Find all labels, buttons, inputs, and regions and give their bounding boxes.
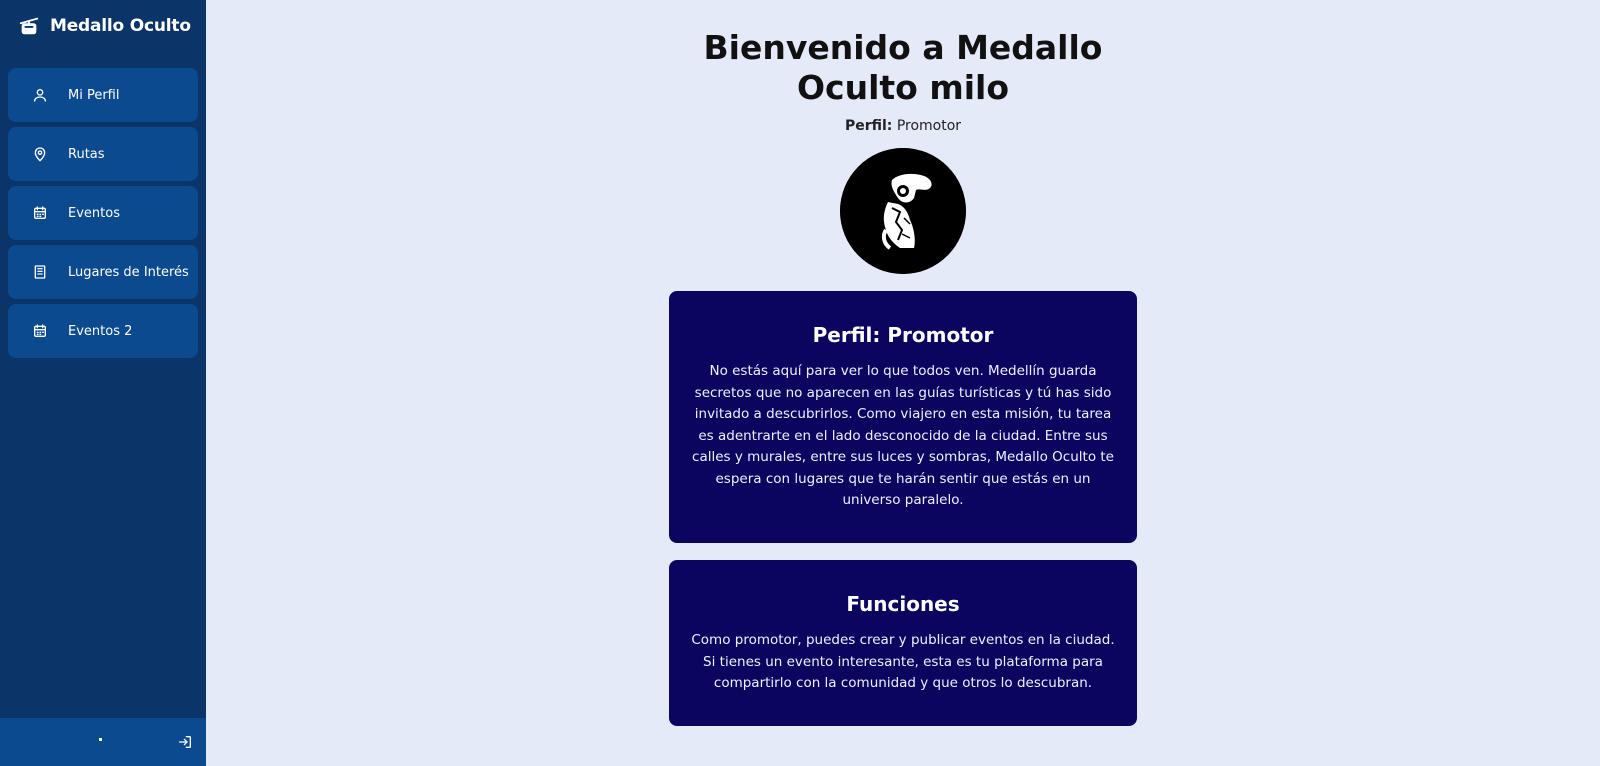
sidebar-item-label: Lugares de Interés — [68, 264, 189, 280]
welcome-section: Bienvenido a Medallo Oculto milo Perfil:… — [669, 0, 1137, 726]
photographer-avatar-icon — [840, 148, 966, 274]
logout-icon[interactable] — [177, 734, 193, 750]
sidebar: Medallo Oculto Mi Perfil Rutas Eventos L… — [0, 0, 206, 766]
sidebar-item-label: Eventos — [68, 205, 120, 221]
sidebar-item-rutas[interactable]: Rutas — [8, 127, 198, 181]
card-title: Funciones — [846, 592, 960, 616]
card-title: Perfil: Promotor — [812, 323, 994, 347]
sidebar-item-mi-perfil[interactable]: Mi Perfil — [8, 68, 198, 122]
sidebar-item-label: Eventos 2 — [68, 323, 133, 339]
sidebar-item-lugares-de-interes[interactable]: Lugares de Interés — [8, 245, 198, 299]
user-icon — [32, 87, 48, 103]
sidebar-nav: Mi Perfil Rutas Eventos Lugares de Inter… — [0, 52, 206, 358]
cable-car-icon — [18, 15, 40, 37]
map-pin-icon — [32, 146, 48, 162]
sidebar-item-label: Mi Perfil — [68, 87, 120, 103]
profile-value: Promotor — [896, 118, 962, 134]
calendar-icon — [32, 205, 48, 221]
sidebar-footer — [0, 718, 206, 766]
profile-label: Perfil: — [844, 118, 893, 134]
app-title: Medallo Oculto — [50, 16, 191, 36]
profile-line: Perfil: Promotor — [669, 118, 1137, 134]
sidebar-item-eventos[interactable]: Eventos — [8, 186, 198, 240]
sidebar-item-eventos-2[interactable]: Eventos 2 — [8, 304, 198, 358]
avatar — [840, 148, 966, 274]
calendar-icon — [32, 323, 48, 339]
profile-card: Perfil: Promotor No estás aquí para ver … — [669, 291, 1137, 543]
building-icon — [32, 264, 48, 280]
footer-indicator — [99, 738, 102, 741]
functions-card: Funciones Como promotor, puedes crear y … — [669, 560, 1137, 726]
brand[interactable]: Medallo Oculto — [0, 0, 206, 52]
card-text: No estás aquí para ver lo que todos ven.… — [692, 363, 1114, 508]
sidebar-item-label: Rutas — [68, 146, 105, 162]
page-title: Bienvenido a Medallo Oculto milo — [703, 28, 1103, 107]
main-content: Bienvenido a Medallo Oculto milo Perfil:… — [206, 0, 1600, 766]
card-text: Como promotor, puedes crear y publicar e… — [691, 632, 1115, 691]
